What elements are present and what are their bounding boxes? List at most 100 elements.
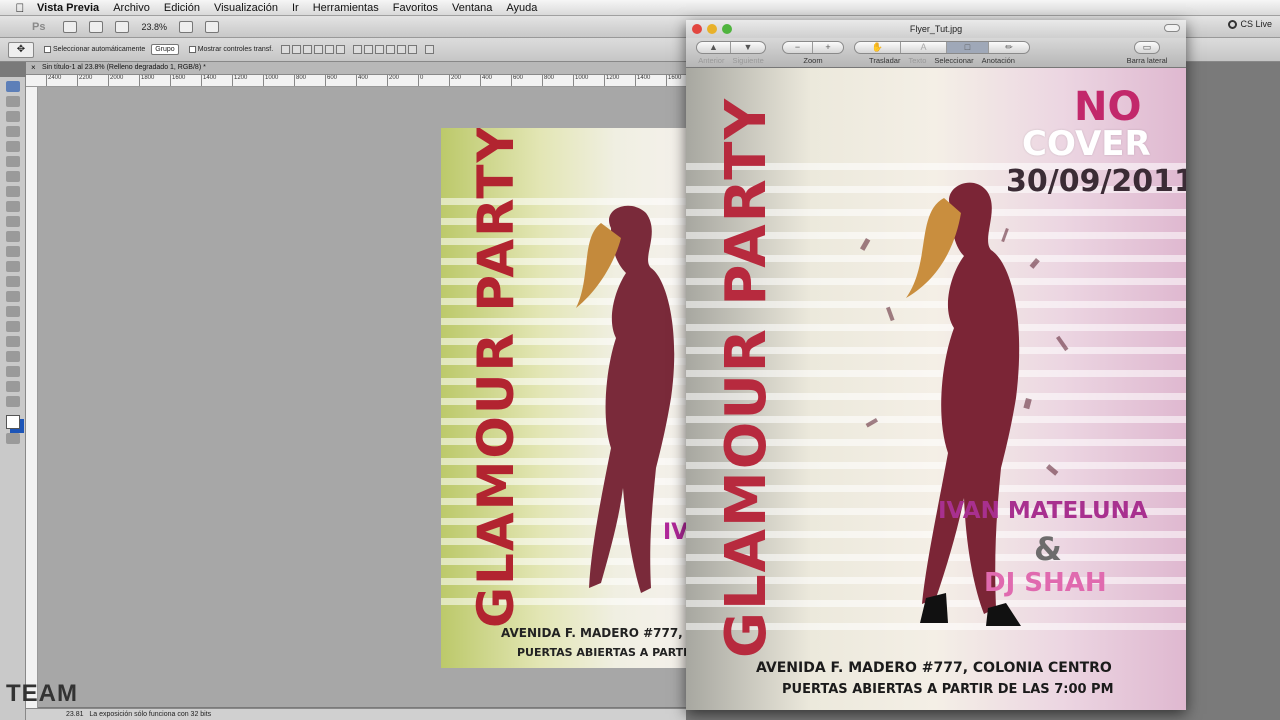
- flyer-address-line1: AVENIDA F. MADERO #777, C: [501, 626, 691, 640]
- distribute-left-icon[interactable]: [386, 45, 396, 54]
- ruler-tick-label: 1200: [232, 75, 247, 86]
- menu-visualizacion[interactable]: Visualización: [207, 2, 285, 14]
- preview-titlebar[interactable]: Flyer_Tut.jpg: [686, 20, 1186, 38]
- menu-vista-previa[interactable]: Vista Previa: [30, 2, 106, 14]
- show-transform-checkbox[interactable]: Mostrar controles transf.: [188, 46, 273, 53]
- select-tool-icon[interactable]: □: [947, 42, 989, 53]
- zoom-level-select[interactable]: 23.8%: [141, 22, 167, 32]
- auto-select-checkbox[interactable]: Seleccionar automáticamente: [44, 46, 145, 53]
- distribute-bottom-icon[interactable]: [375, 45, 385, 54]
- photoshop-logo: Ps: [32, 20, 46, 33]
- status-zoom[interactable]: 23.81: [66, 711, 84, 718]
- brush-tool-icon[interactable]: [5, 186, 20, 197]
- type-tool-icon[interactable]: [5, 306, 20, 317]
- align-buttons: [281, 45, 346, 54]
- ruler-tick-label: 400: [480, 75, 492, 86]
- preview-window: Flyer_Tut.jpg ▲ ▼ Anterior Siguiente − +…: [686, 20, 1186, 710]
- document-tab[interactable]: × Sin título-1 al 23.8% (Relleno degrada…: [26, 62, 686, 75]
- move-tool-icon[interactable]: [5, 81, 20, 92]
- distribute-vcenter-icon[interactable]: [364, 45, 374, 54]
- screen-mode-icon[interactable]: [205, 20, 219, 33]
- menu-edicion[interactable]: Edición: [157, 2, 207, 14]
- ruler-tick-label: 600: [511, 75, 523, 86]
- zoom-tool-icon[interactable]: [5, 396, 20, 407]
- cs-live-button[interactable]: CS Live: [1228, 19, 1272, 29]
- close-tab-icon[interactable]: ×: [31, 62, 36, 74]
- marquee-tool-icon[interactable]: [5, 96, 20, 107]
- auto-select-target-dropdown[interactable]: Grupo: [151, 44, 179, 55]
- shape-tool-icon[interactable]: [5, 336, 20, 347]
- eyedropper-tool-icon[interactable]: [5, 156, 20, 167]
- pan-hand-icon[interactable]: ✋: [855, 42, 901, 53]
- nav-prev-label: Anterior: [698, 56, 725, 65]
- ruler-tick-label: 0: [418, 75, 423, 86]
- preview-content[interactable]: GLAMOUR PARTY NO COVER 30/09/2011 IVAN M…: [686, 68, 1186, 710]
- hand-tool-icon[interactable]: [5, 381, 20, 392]
- menu-favoritos[interactable]: Favoritos: [386, 2, 445, 14]
- eraser-tool-icon[interactable]: [5, 231, 20, 242]
- align-top-icon[interactable]: [281, 45, 291, 54]
- menu-ventana[interactable]: Ventana: [445, 2, 499, 14]
- flyer-address-line1: AVENIDA F. MADERO #777, COLONIA CENTRO: [756, 660, 1112, 676]
- auto-align-icon[interactable]: [425, 45, 435, 54]
- mini-bridge-icon[interactable]: [89, 20, 104, 33]
- ruler-vertical[interactable]: [26, 87, 38, 720]
- color-swatches[interactable]: [5, 415, 20, 429]
- flyer-vertical-title: GLAMOUR PARTY: [467, 128, 525, 628]
- tools-panel: [0, 77, 26, 720]
- menu-ayuda[interactable]: Ayuda: [499, 2, 544, 14]
- bridge-icon[interactable]: [63, 20, 78, 33]
- status-message: La exposición sólo funciona con 32 bits: [89, 711, 212, 718]
- 3d-rotate-tool-icon[interactable]: [5, 351, 20, 362]
- distribute-top-icon[interactable]: [353, 45, 363, 54]
- zoom-in-button[interactable]: +: [813, 42, 843, 53]
- lasso-tool-icon[interactable]: [5, 111, 20, 122]
- align-left-icon[interactable]: [314, 45, 324, 54]
- text-label: Texto: [908, 56, 927, 65]
- menu-archivo[interactable]: Archivo: [106, 2, 157, 14]
- blur-tool-icon[interactable]: [5, 261, 20, 272]
- distribute-buttons: [353, 45, 418, 54]
- team-watermark-logo: TEAM: [6, 680, 78, 707]
- ruler-tick-label: 1200: [604, 75, 619, 86]
- ruler-horizontal[interactable]: 2400 2200 2000 1800 1600 1400 1200 1000 800 600 40…: [26, 75, 686, 87]
- ruler-tick-label: 800: [542, 75, 554, 86]
- nav-prev-button[interactable]: ▲: [697, 42, 731, 53]
- move-tool-preset-icon[interactable]: ✥: [8, 41, 34, 58]
- align-vcenter-icon[interactable]: [292, 45, 302, 54]
- text-tool-icon[interactable]: A: [901, 42, 947, 53]
- gradient-tool-icon[interactable]: [5, 246, 20, 257]
- nav-next-button[interactable]: ▼: [731, 42, 765, 53]
- sidebar-button[interactable]: ▭: [1134, 41, 1160, 54]
- annotate-pen-icon[interactable]: ✏: [989, 42, 1029, 53]
- crop-tool-icon[interactable]: [5, 141, 20, 152]
- menu-herramientas[interactable]: Herramientas: [306, 2, 386, 14]
- history-brush-tool-icon[interactable]: [5, 216, 20, 227]
- distribute-right-icon[interactable]: [408, 45, 418, 54]
- pen-tool-icon[interactable]: [5, 291, 20, 302]
- quick-mask-icon[interactable]: [5, 433, 20, 444]
- 3d-orbit-tool-icon[interactable]: [5, 366, 20, 377]
- apple-icon[interactable]: : [10, 1, 30, 15]
- flyer-preview-image[interactable]: GLAMOUR PARTY NO COVER 30/09/2011 IVAN M…: [686, 68, 1186, 710]
- document-tab-title: Sin título-1 al 23.8% (Relleno degradado…: [42, 64, 206, 71]
- flyer-document-image[interactable]: GLAMOUR PARTY IV AVENIDA F. MADERO #777,…: [441, 128, 691, 668]
- quick-select-tool-icon[interactable]: [5, 126, 20, 137]
- toolbar-toggle-icon[interactable]: [1164, 24, 1180, 32]
- align-bottom-icon[interactable]: [303, 45, 313, 54]
- healing-brush-tool-icon[interactable]: [5, 171, 20, 182]
- arrange-documents-icon[interactable]: [179, 20, 193, 33]
- checkbox-icon: [44, 46, 51, 53]
- distribute-hcenter-icon[interactable]: [397, 45, 407, 54]
- dodge-tool-icon[interactable]: [5, 276, 20, 287]
- nav-group: ▲ ▼ Anterior Siguiente: [696, 41, 766, 65]
- path-select-tool-icon[interactable]: [5, 321, 20, 332]
- view-extras-icon[interactable]: [115, 20, 130, 33]
- flyer-date: 30/09/2011: [1006, 164, 1186, 199]
- clone-stamp-tool-icon[interactable]: [5, 201, 20, 212]
- zoom-out-button[interactable]: −: [783, 42, 813, 53]
- menu-ir[interactable]: Ir: [285, 2, 306, 14]
- align-hcenter-icon[interactable]: [325, 45, 335, 54]
- align-right-icon[interactable]: [336, 45, 346, 54]
- ruler-tick-label: 2400: [46, 75, 61, 86]
